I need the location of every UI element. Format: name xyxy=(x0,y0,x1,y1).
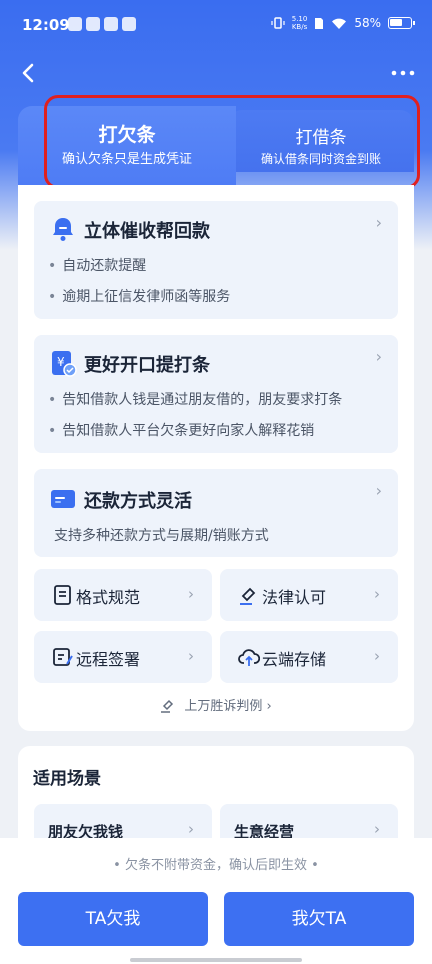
grid-label: 云端存储 xyxy=(262,650,327,669)
grid-label: 格式规范 xyxy=(76,588,141,607)
status-bar: 12:09 5.10 KB/s 58% xyxy=(0,0,432,48)
wifi-icon xyxy=(332,18,347,29)
chevron-right-icon: › xyxy=(375,213,382,232)
cloud-storage-button[interactable]: 云端存储 › xyxy=(220,631,398,683)
feature-desc: 支持多种还款方式与展期/销账方式 xyxy=(54,528,269,544)
highlight-annotation xyxy=(44,95,420,189)
status-time: 12:09 xyxy=(22,16,70,34)
svg-text:¥: ¥ xyxy=(57,355,65,369)
notice-text: • 欠条不附带资金，确认后即生效 • xyxy=(0,854,432,873)
gavel-icon xyxy=(240,587,256,605)
court-cases-link[interactable]: 上万胜诉判例 › xyxy=(18,695,414,714)
legal-recognition-button[interactable]: 法律认可 › xyxy=(220,569,398,621)
feature-title: 立体催收帮回款 xyxy=(84,221,210,242)
chevron-right-icon: › xyxy=(374,647,380,665)
feature-repayment[interactable]: 还款方式灵活 › 支持多种还款方式与展期/销账方式 xyxy=(34,469,398,557)
chevron-right-icon: › xyxy=(188,585,194,603)
app-notification-icon xyxy=(86,17,100,31)
net-speed: 5.10 KB/s xyxy=(292,15,308,31)
feature-title: 还款方式灵活 xyxy=(84,491,192,512)
document-icon xyxy=(54,585,71,605)
feature-line: 告知借款人钱是通过朋友借的，朋友要求打条 xyxy=(48,389,342,409)
scenarios-title: 适用场景 xyxy=(33,769,101,789)
more-dots-icon xyxy=(391,70,415,76)
grid-label: 法律认可 xyxy=(262,588,327,607)
home-indicator[interactable] xyxy=(130,958,302,962)
chevron-right-icon: › xyxy=(266,699,272,714)
cloud-upload-icon xyxy=(238,649,260,666)
app-notification-icon xyxy=(68,17,82,31)
grid-label: 远程签署 xyxy=(76,650,141,669)
sim-icon xyxy=(315,17,324,29)
app-notification-icon xyxy=(104,17,118,31)
sign-icon xyxy=(53,648,73,666)
feature-ask-note[interactable]: ¥ 更好开口提打条 › 告知借款人钱是通过朋友借的，朋友要求打条 告知借款人平台… xyxy=(34,335,398,453)
feature-collection[interactable]: 立体催收帮回款 › 自动还款提醒 逾期上征信发律师函等服务 xyxy=(34,201,398,319)
feature-card: 立体催收帮回款 › 自动还款提醒 逾期上征信发律师函等服务 ¥ 更好开口提打条 … xyxy=(18,185,414,731)
bell-icon xyxy=(53,218,73,241)
remote-sign-button[interactable]: 远程签署 › xyxy=(34,631,212,683)
vibrate-icon xyxy=(271,17,285,29)
app-notification-icon xyxy=(122,17,136,31)
back-button[interactable] xyxy=(14,58,44,88)
gavel-icon xyxy=(161,699,174,713)
battery-icon xyxy=(388,17,415,29)
chevron-right-icon: › xyxy=(375,347,382,366)
feature-line: 告知借款人平台欠条更好向家人解释花销 xyxy=(48,420,314,440)
i-owe-them-button[interactable]: 我欠TA xyxy=(224,892,414,946)
dot-icon: • xyxy=(113,858,125,873)
feature-title: 更好开口提打条 xyxy=(84,355,210,376)
bottom-action-bar: • 欠条不附带资金，确认后即生效 • TA欠我 我欠TA xyxy=(0,838,432,964)
they-owe-me-button[interactable]: TA欠我 xyxy=(18,892,208,946)
format-standard-button[interactable]: 格式规范 › xyxy=(34,569,212,621)
notification-icons xyxy=(68,17,136,31)
card-icon xyxy=(51,490,75,508)
net-speed-unit: KB/s xyxy=(291,23,308,31)
case-link-label: 上万胜诉判例 xyxy=(184,699,263,714)
dot-icon: • xyxy=(307,858,319,873)
net-speed-value: 5.10 xyxy=(291,15,308,23)
battery-percent: 58% xyxy=(354,16,381,30)
more-button[interactable] xyxy=(388,60,418,86)
payment-doc-icon: ¥ xyxy=(52,351,77,377)
chevron-left-icon xyxy=(22,63,34,83)
chevron-right-icon: › xyxy=(188,647,194,665)
chevron-right-icon: › xyxy=(374,820,380,838)
chevron-right-icon: › xyxy=(374,585,380,603)
feature-line: 逾期上征信发律师函等服务 xyxy=(48,286,230,306)
chevron-right-icon: › xyxy=(188,820,194,838)
status-right: 5.10 KB/s 58% xyxy=(271,15,415,31)
notice-label: 欠条不附带资金，确认后即生效 xyxy=(124,858,307,873)
chevron-right-icon: › xyxy=(375,481,382,500)
feature-line: 自动还款提醒 xyxy=(48,255,146,275)
